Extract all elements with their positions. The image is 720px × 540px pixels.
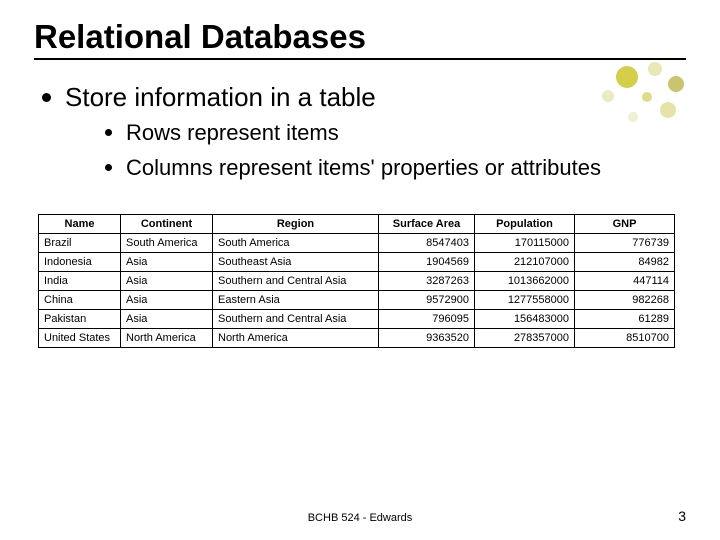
bullet-level1: Store information in a table Rows repres… bbox=[42, 82, 686, 188]
cell-name: India bbox=[39, 272, 121, 291]
cell-population: 170115000 bbox=[475, 234, 575, 253]
cell-surface: 8547403 bbox=[379, 234, 475, 253]
bullet-text: Store information in a table bbox=[65, 82, 686, 113]
cell-name: Indonesia bbox=[39, 253, 121, 272]
cell-continent: Asia bbox=[121, 272, 213, 291]
col-surface: Surface Area bbox=[379, 215, 475, 234]
cell-gnp: 447114 bbox=[575, 272, 675, 291]
col-continent: Continent bbox=[121, 215, 213, 234]
table-row: United StatesNorth AmericaNorth America9… bbox=[39, 329, 675, 348]
bullet-icon bbox=[105, 164, 112, 171]
cell-region: Eastern Asia bbox=[213, 291, 379, 310]
cell-region: North America bbox=[213, 329, 379, 348]
cell-continent: Asia bbox=[121, 291, 213, 310]
cell-gnp: 84982 bbox=[575, 253, 675, 272]
table-row: PakistanAsiaSouthern and Central Asia796… bbox=[39, 310, 675, 329]
bullet-icon bbox=[105, 129, 112, 136]
cell-region: Southeast Asia bbox=[213, 253, 379, 272]
sub-bullet-list: Rows represent items Columns represent i… bbox=[105, 119, 686, 182]
bullet-level2: Columns represent items' properties or a… bbox=[105, 154, 686, 183]
slide-title: Relational Databases bbox=[34, 18, 686, 60]
table-header-row: Name Continent Region Surface Area Popul… bbox=[39, 215, 675, 234]
sub-bullet-text: Rows represent items bbox=[126, 119, 339, 148]
data-table: Name Continent Region Surface Area Popul… bbox=[38, 214, 675, 348]
cell-surface: 9363520 bbox=[379, 329, 475, 348]
cell-gnp: 982268 bbox=[575, 291, 675, 310]
cell-continent: South America bbox=[121, 234, 213, 253]
cell-surface: 796095 bbox=[379, 310, 475, 329]
cell-region: Southern and Central Asia bbox=[213, 272, 379, 291]
sub-bullet-text: Columns represent items' properties or a… bbox=[126, 154, 601, 183]
cell-name: Brazil bbox=[39, 234, 121, 253]
cell-population: 212107000 bbox=[475, 253, 575, 272]
cell-population: 156483000 bbox=[475, 310, 575, 329]
col-gnp: GNP bbox=[575, 215, 675, 234]
cell-gnp: 8510700 bbox=[575, 329, 675, 348]
bullet-level2: Rows represent items bbox=[105, 119, 686, 148]
cell-surface: 1904569 bbox=[379, 253, 475, 272]
page-number: 3 bbox=[678, 508, 686, 524]
col-name: Name bbox=[39, 215, 121, 234]
cell-name: Pakistan bbox=[39, 310, 121, 329]
cell-continent: Asia bbox=[121, 310, 213, 329]
table-row: IndonesiaAsiaSoutheast Asia1904569212107… bbox=[39, 253, 675, 272]
cell-gnp: 776739 bbox=[575, 234, 675, 253]
col-region: Region bbox=[213, 215, 379, 234]
table-row: BrazilSouth AmericaSouth America85474031… bbox=[39, 234, 675, 253]
cell-region: South America bbox=[213, 234, 379, 253]
bullet-icon bbox=[42, 93, 51, 102]
col-population: Population bbox=[475, 215, 575, 234]
cell-name: China bbox=[39, 291, 121, 310]
slide-content: Relational Databases Store information i… bbox=[0, 0, 720, 540]
bullet-list: Store information in a table Rows repres… bbox=[42, 82, 686, 188]
cell-gnp: 61289 bbox=[575, 310, 675, 329]
cell-continent: North America bbox=[121, 329, 213, 348]
cell-surface: 3287263 bbox=[379, 272, 475, 291]
cell-name: United States bbox=[39, 329, 121, 348]
cell-population: 278357000 bbox=[475, 329, 575, 348]
footer-text: BCHB 524 - Edwards bbox=[0, 512, 720, 524]
cell-surface: 9572900 bbox=[379, 291, 475, 310]
cell-population: 1013662000 bbox=[475, 272, 575, 291]
cell-region: Southern and Central Asia bbox=[213, 310, 379, 329]
table-row: ChinaAsiaEastern Asia9572900127755800098… bbox=[39, 291, 675, 310]
cell-population: 1277558000 bbox=[475, 291, 575, 310]
cell-continent: Asia bbox=[121, 253, 213, 272]
table-row: IndiaAsiaSouthern and Central Asia328726… bbox=[39, 272, 675, 291]
